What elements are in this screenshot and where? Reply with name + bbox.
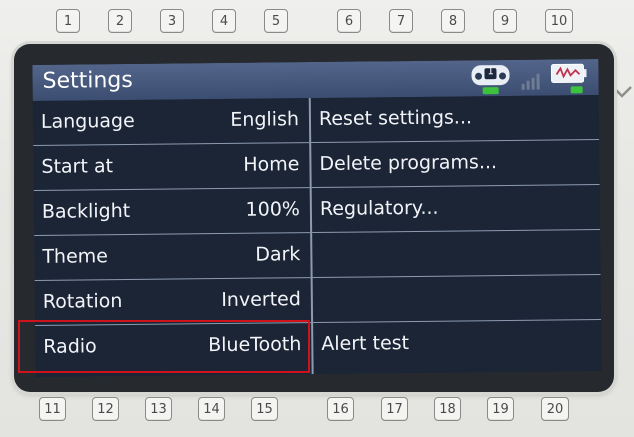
action-label: Reset settings... [318, 106, 473, 130]
key-5[interactable]: 5 [264, 9, 288, 33]
key-3[interactable]: 3 [160, 9, 184, 33]
key-20[interactable]: 20 [541, 397, 569, 421]
controller-icon: 1 [468, 62, 512, 96]
key-19[interactable]: 19 [487, 397, 514, 421]
setting-label: Rotation [42, 290, 123, 313]
action-alert-test[interactable]: Alert test [313, 320, 601, 367]
key-10[interactable]: 10 [545, 9, 573, 33]
key-8[interactable]: 8 [441, 9, 465, 33]
key-12[interactable]: 12 [92, 397, 119, 421]
key-7[interactable]: 7 [389, 9, 413, 33]
action-label: Regulatory... [319, 196, 439, 220]
screen-title: Settings [42, 67, 133, 94]
radio-highlight-box [18, 320, 310, 373]
setting-value: 100% [245, 198, 301, 221]
title-bar: Settings 1 [32, 59, 599, 101]
setting-row-start-at[interactable]: Start at Home [33, 143, 310, 191]
key-14[interactable]: 14 [198, 397, 225, 421]
key-2[interactable]: 2 [108, 9, 132, 33]
setting-row-backlight[interactable]: Backlight 100% [33, 188, 311, 236]
action-delete-programs[interactable]: Delete programs... [311, 140, 600, 189]
action-regulatory[interactable]: Regulatory... [311, 185, 601, 234]
key-16[interactable]: 16 [327, 397, 354, 421]
setting-value: Dark [255, 243, 301, 266]
key-18[interactable]: 18 [434, 397, 461, 421]
setting-value: Inverted [221, 288, 301, 312]
battery-icon [548, 62, 588, 98]
setting-row-theme[interactable]: Theme Dark [34, 233, 311, 281]
action-label: Delete programs... [319, 151, 498, 175]
setting-label: Backlight [41, 199, 131, 223]
key-15[interactable]: 15 [251, 397, 278, 421]
setting-label: Theme [42, 245, 109, 268]
key-17[interactable]: 17 [381, 397, 408, 421]
setting-row-rotation[interactable]: Rotation Inverted [34, 278, 312, 326]
setting-label: Start at [41, 155, 114, 178]
action-reset-settings[interactable]: Reset settings... [310, 95, 600, 144]
setting-value: English [230, 108, 300, 131]
setting-value: Home [243, 153, 300, 176]
action-empty-2 [312, 275, 602, 324]
key-6[interactable]: 6 [337, 9, 361, 33]
signal-bars-icon [520, 72, 542, 94]
key-9[interactable]: 9 [493, 9, 517, 33]
controller-badge: 1 [487, 66, 494, 78]
setting-label: Language [40, 109, 135, 133]
key-4[interactable]: 4 [212, 9, 236, 33]
key-13[interactable]: 13 [145, 397, 172, 421]
key-1[interactable]: 1 [56, 9, 80, 33]
key-11[interactable]: 11 [39, 397, 66, 421]
action-label: Alert test [321, 332, 410, 355]
action-empty-1 [312, 230, 601, 279]
setting-row-language[interactable]: Language English [32, 98, 310, 146]
